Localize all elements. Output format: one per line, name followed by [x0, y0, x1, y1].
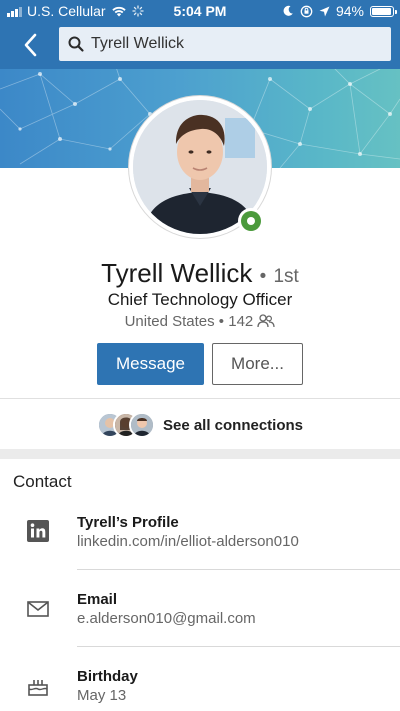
profile-meta: United States • 142	[0, 313, 400, 330]
search-bar[interactable]	[59, 27, 391, 61]
divider	[0, 398, 400, 399]
location-arrow-icon	[319, 6, 330, 16]
message-button[interactable]: Message	[97, 343, 204, 385]
row-divider	[77, 646, 400, 647]
nav-bar	[0, 22, 400, 69]
envelope-icon	[27, 601, 49, 617]
row-divider	[77, 569, 400, 570]
linkedin-icon	[27, 520, 49, 542]
see-all-connections-label[interactable]: See all connections	[163, 417, 303, 434]
profile-name-row: Tyrell Wellick • 1st	[0, 258, 400, 289]
connections-count: 142	[228, 313, 254, 330]
contact-heading: Contact	[13, 472, 72, 491]
profile-headline: Chief Technology Officer	[107, 290, 293, 309]
battery-percent: 94%	[335, 3, 364, 19]
more-button[interactable]: More...	[212, 343, 303, 385]
moon-icon	[283, 5, 293, 16]
degree-separator: •	[259, 266, 267, 287]
status-bar: U.S. Cellular 5:04 PM 94%	[0, 0, 400, 22]
birthday-cake-icon	[28, 680, 48, 696]
profile-location: United States	[124, 313, 215, 330]
battery-icon	[370, 5, 397, 17]
meta-separator: •	[218, 313, 225, 330]
online-status-indicator	[238, 208, 264, 234]
contact-item-value: May 13	[77, 687, 127, 704]
contact-item-value[interactable]: linkedin.com/in/elliot-alderson010	[77, 533, 299, 550]
contact-item-email[interactable]: Email e.alderson010@gmail.com	[0, 588, 400, 646]
contact-item-label: Email	[77, 591, 118, 608]
contact-item-label: Tyrell’s Profile	[77, 514, 179, 531]
back-chevron-icon[interactable]	[18, 31, 44, 59]
contact-item-profile[interactable]: Tyrell’s Profile linkedin.com/in/elliot-…	[0, 510, 400, 570]
see-all-connections-row[interactable]: See all connections	[0, 405, 400, 445]
orientation-lock-icon	[300, 5, 313, 17]
connection-degree: 1st	[273, 266, 299, 287]
contact-item-value[interactable]: e.alderson010@gmail.com	[77, 610, 256, 627]
search-input[interactable]	[91, 27, 381, 61]
connection-avatar	[128, 412, 155, 438]
profile-name: Tyrell Wellick	[101, 258, 253, 288]
contact-item-birthday: Birthday May 13	[0, 665, 400, 711]
search-icon	[68, 36, 84, 52]
people-icon	[257, 314, 276, 328]
status-right: 94%	[282, 3, 397, 19]
section-spacer	[0, 449, 400, 459]
contact-item-label: Birthday	[77, 668, 138, 685]
connection-avatars	[96, 412, 155, 438]
